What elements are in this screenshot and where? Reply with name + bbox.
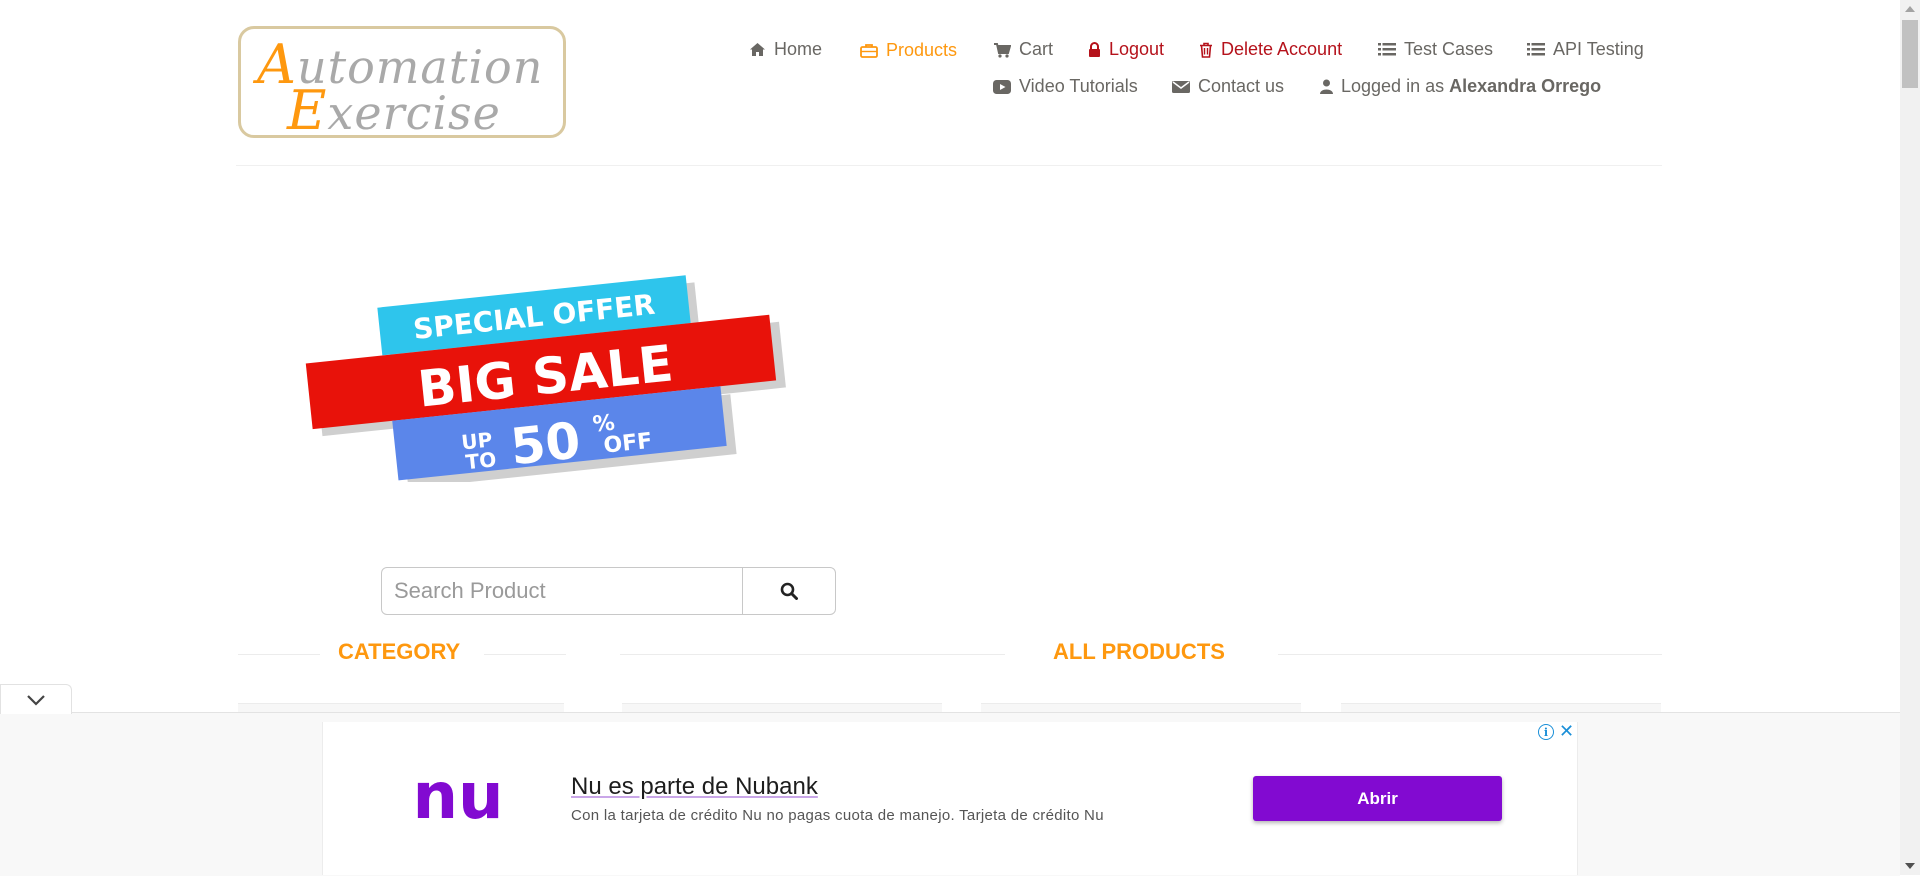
products-rule-left	[620, 654, 1005, 655]
nubank-logo[interactable]: nu	[408, 770, 508, 826]
search-button[interactable]	[742, 567, 836, 615]
scroll-thumb[interactable]	[1902, 20, 1918, 88]
ad-title[interactable]: Nu es parte de Nubank	[571, 773, 818, 801]
ad-collapse-toggle[interactable]	[0, 684, 72, 714]
youtube-icon	[993, 79, 1011, 94]
envelope-icon	[1172, 80, 1190, 93]
logo-line-2: Exercise	[287, 79, 501, 142]
category-title: CATEGORY	[338, 639, 461, 664]
products-rule-right	[1278, 654, 1662, 655]
caret-up-icon	[1905, 6, 1915, 12]
logged-in-status: Logged in as Alexandra Orrego	[1320, 76, 1601, 97]
banner-to: TO	[464, 447, 497, 474]
scroll-up-arrow[interactable]	[1900, 0, 1920, 18]
list-icon	[1378, 43, 1396, 56]
user-icon	[1320, 79, 1333, 94]
ad-description: Con la tarjeta de crédito Nu no pagas cu…	[571, 807, 1104, 824]
trash-icon	[1200, 42, 1212, 58]
search-icon	[780, 582, 798, 600]
page-scrollbar[interactable]	[1900, 0, 1920, 875]
logged-in-username: Alexandra Orrego	[1449, 76, 1602, 96]
list-icon	[1527, 43, 1545, 56]
banner-off: OFF	[602, 429, 653, 459]
home-icon	[750, 43, 765, 56]
search-input[interactable]	[381, 567, 743, 615]
header-divider	[236, 165, 1662, 166]
svg-text:nu: nu	[412, 770, 503, 826]
category-rule-left	[238, 654, 320, 655]
sale-banner: SPECIAL OFFER BIG SALE UP TO 50 % OFF	[305, 275, 786, 482]
caret-down-icon	[1905, 863, 1915, 869]
all-products-title: ALL PRODUCTS	[1053, 639, 1225, 664]
lock-icon	[1089, 41, 1100, 57]
ad-open-button[interactable]: Abrir	[1253, 776, 1502, 821]
nav-api-testing[interactable]: API Testing	[1527, 39, 1644, 60]
ad-close-icon[interactable]: ✕	[1559, 721, 1574, 742]
banner-50: 50	[508, 411, 583, 476]
cart-icon	[994, 42, 1011, 58]
nav-home[interactable]: Home	[749, 39, 822, 60]
nav-logout[interactable]: Logout	[1088, 39, 1164, 60]
briefcase-icon	[860, 44, 878, 58]
nav-delete-account[interactable]: Delete Account	[1199, 39, 1342, 60]
chevron-down-icon	[27, 694, 45, 706]
nav-contact-us[interactable]: Contact us	[1172, 76, 1284, 97]
nav-cart[interactable]: Cart	[993, 39, 1053, 60]
nav-products[interactable]: Products	[860, 40, 957, 61]
category-rule-right	[484, 654, 566, 655]
site-logo[interactable]: Automation Exercise	[238, 26, 566, 142]
nav-video-tutorials[interactable]: Video Tutorials	[993, 76, 1138, 97]
ad-info-icon[interactable]: i	[1538, 724, 1554, 740]
nav-test-cases[interactable]: Test Cases	[1378, 39, 1493, 60]
scroll-down-arrow[interactable]	[1900, 857, 1920, 875]
